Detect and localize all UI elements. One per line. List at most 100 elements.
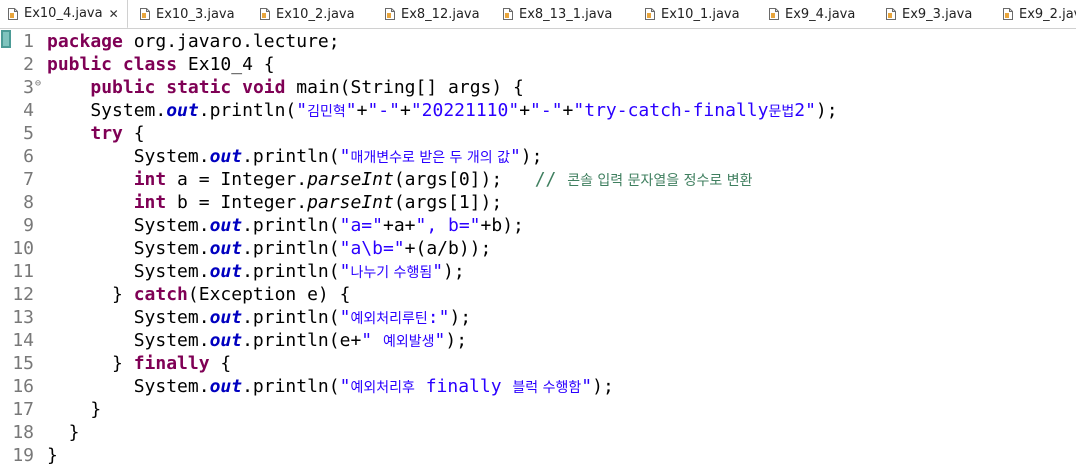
code-text: + <box>519 100 531 121</box>
tab-ex9-4-java[interactable]: Ex9_4.java <box>763 0 880 28</box>
code-content: public class Ex10_4 { <box>47 53 275 76</box>
code-line[interactable]: 19} <box>0 444 1076 467</box>
java-file-icon <box>385 8 395 20</box>
code-field: out <box>209 238 243 259</box>
code-text: } <box>47 353 134 374</box>
tab-label: Ex10_4.java <box>24 6 103 21</box>
code-content: public static void main(String[] args) { <box>47 76 524 99</box>
code-line[interactable]: 13 System.out.println("예외처리루틴:"); <box>0 306 1076 329</box>
tab-ex10-2-java[interactable]: Ex10_2.java <box>254 0 379 28</box>
code-content: System.out.println("매개변수로 받은 두 개의 값"); <box>47 145 543 170</box>
code-line[interactable]: 14 System.out.println(e+" 예외발생"); <box>0 329 1076 352</box>
code-line[interactable]: 12 } catch(Exception e) { <box>0 283 1076 306</box>
code-string: " <box>339 376 351 397</box>
java-file-icon <box>140 8 150 20</box>
code-text: b = Integer. <box>166 192 308 213</box>
code-text: +b); <box>480 215 524 236</box>
tab-label: Ex10_3.java <box>156 6 235 22</box>
code-line[interactable]: 16 System.out.println("예외처리후 finally 블럭 … <box>0 375 1076 398</box>
code-keyword: finally <box>133 353 210 374</box>
code-string: " <box>339 146 351 167</box>
code-text: a = Integer. <box>166 169 308 190</box>
code-text: } <box>47 445 58 466</box>
java-file-icon <box>260 8 270 20</box>
tab-ex9-2-java[interactable]: Ex9_2.java <box>997 0 1076 28</box>
java-file-icon <box>503 8 513 20</box>
tab-label: Ex9_2.java <box>1019 6 1076 22</box>
close-tab-icon[interactable]: ✕ <box>109 8 119 20</box>
code-string: 나누기 수행됨 <box>350 265 433 281</box>
code-editor[interactable]: 1 package org.javaro.lecture; 2 public clas… <box>0 29 1076 467</box>
code-text: ); <box>815 100 838 121</box>
code-text: .println( <box>198 100 297 121</box>
code-line[interactable]: 1 package org.javaro.lecture; <box>0 30 1076 53</box>
code-content: System.out.println("예외처리후 finally 블럭 수행함… <box>47 375 614 400</box>
code-line[interactable]: 10 System.out.println("a\b="+(a/b)); <box>0 237 1076 260</box>
code-content: try { <box>47 122 145 145</box>
code-line[interactable]: 17 } <box>0 398 1076 421</box>
code-text: .println( <box>242 307 340 328</box>
code-keyword: catch <box>133 284 188 305</box>
code-content: System.out.println("예외처리루틴:"); <box>47 306 471 331</box>
code-line[interactable]: 4 System.out.println("김민혁"+"-"+"20221110… <box>0 99 1076 122</box>
code-method-static: parseInt <box>307 192 394 213</box>
code-line[interactable]: 3 ⊖ public static void main(String[] args… <box>0 76 1076 99</box>
line-number: 14 <box>12 330 34 351</box>
line-number: 5 <box>23 123 34 144</box>
code-text: + <box>562 100 574 121</box>
code-content: } <box>47 444 58 467</box>
code-content: } <box>47 398 101 421</box>
code-line[interactable]: 7 int a = Integer.parseInt(args[0]); // … <box>0 168 1076 191</box>
tab-ex10-4-java[interactable]: Ex10_4.java ✕ <box>0 0 128 28</box>
code-line[interactable]: 5 try { <box>0 122 1076 145</box>
line-number: 1 <box>23 31 34 52</box>
code-string: " <box>432 261 444 282</box>
code-text: ); <box>445 330 468 351</box>
code-text: .println( <box>242 238 340 259</box>
code-text: { <box>122 123 145 144</box>
line-number: 6 <box>23 146 34 167</box>
code-content: System.out.println("a="+a+", b="+b); <box>47 214 524 237</box>
line-number: 11 <box>12 261 34 282</box>
code-text: } <box>47 422 80 443</box>
code-text: System. <box>47 238 210 259</box>
code-text: ); <box>449 307 472 328</box>
tab-ex9-3-java[interactable]: Ex9_3.java <box>880 0 997 28</box>
code-comment: 콘솔 입력 문자열을 정수로 변환 <box>567 173 753 189</box>
tab-label: Ex9_3.java <box>902 6 973 22</box>
line-number: 8 <box>23 192 34 213</box>
code-comment: // <box>534 169 568 190</box>
code-line[interactable]: 18 } <box>0 421 1076 444</box>
code-content: package org.javaro.lecture; <box>47 30 340 53</box>
line-number: 2 <box>23 54 34 75</box>
code-keyword: int <box>133 192 167 213</box>
code-line[interactable]: 2 public class Ex10_4 { <box>0 53 1076 76</box>
tab-ex8-12-java[interactable]: Ex8_12.java <box>379 0 497 28</box>
code-string: 예외발생 <box>382 334 435 350</box>
code-string: " <box>339 261 351 282</box>
code-string: "a=" <box>339 215 383 236</box>
code-text: ); <box>520 146 543 167</box>
code-text: + <box>356 100 368 121</box>
code-string: "-" <box>530 100 563 121</box>
code-text: } <box>47 399 102 420</box>
code-string: " <box>361 330 383 351</box>
code-line[interactable]: 8 int b = Integer.parseInt(args[1]); <box>0 191 1076 214</box>
code-line[interactable]: 6 System.out.println("매개변수로 받은 두 개의 값"); <box>0 145 1076 168</box>
code-line[interactable]: 15 } finally { <box>0 352 1076 375</box>
tab-ex10-3-java[interactable]: Ex10_3.java <box>134 0 254 28</box>
code-line[interactable]: 9 System.out.println("a="+a+", b="+b); <box>0 214 1076 237</box>
code-line[interactable]: 11 System.out.println("나누기 수행됨"); <box>0 260 1076 283</box>
java-file-icon <box>886 8 896 20</box>
line-number: 13 <box>12 307 34 328</box>
code-keyword: static <box>166 77 232 98</box>
fold-collapse-icon[interactable]: ⊖ <box>35 76 41 92</box>
code-string: 2" <box>794 100 816 121</box>
code-string: :" <box>427 307 450 328</box>
tab-ex8-13-1-java[interactable]: Ex8_13_1.java <box>497 0 639 28</box>
code-keyword: class <box>122 54 178 75</box>
editor-tab-bar: Ex10_4.java ✕ Ex10_3.java Ex10_2.java Ex8_12… <box>0 0 1076 29</box>
code-text: System. <box>47 261 210 282</box>
tab-ex10-1-java[interactable]: Ex10_1.java <box>639 0 763 28</box>
